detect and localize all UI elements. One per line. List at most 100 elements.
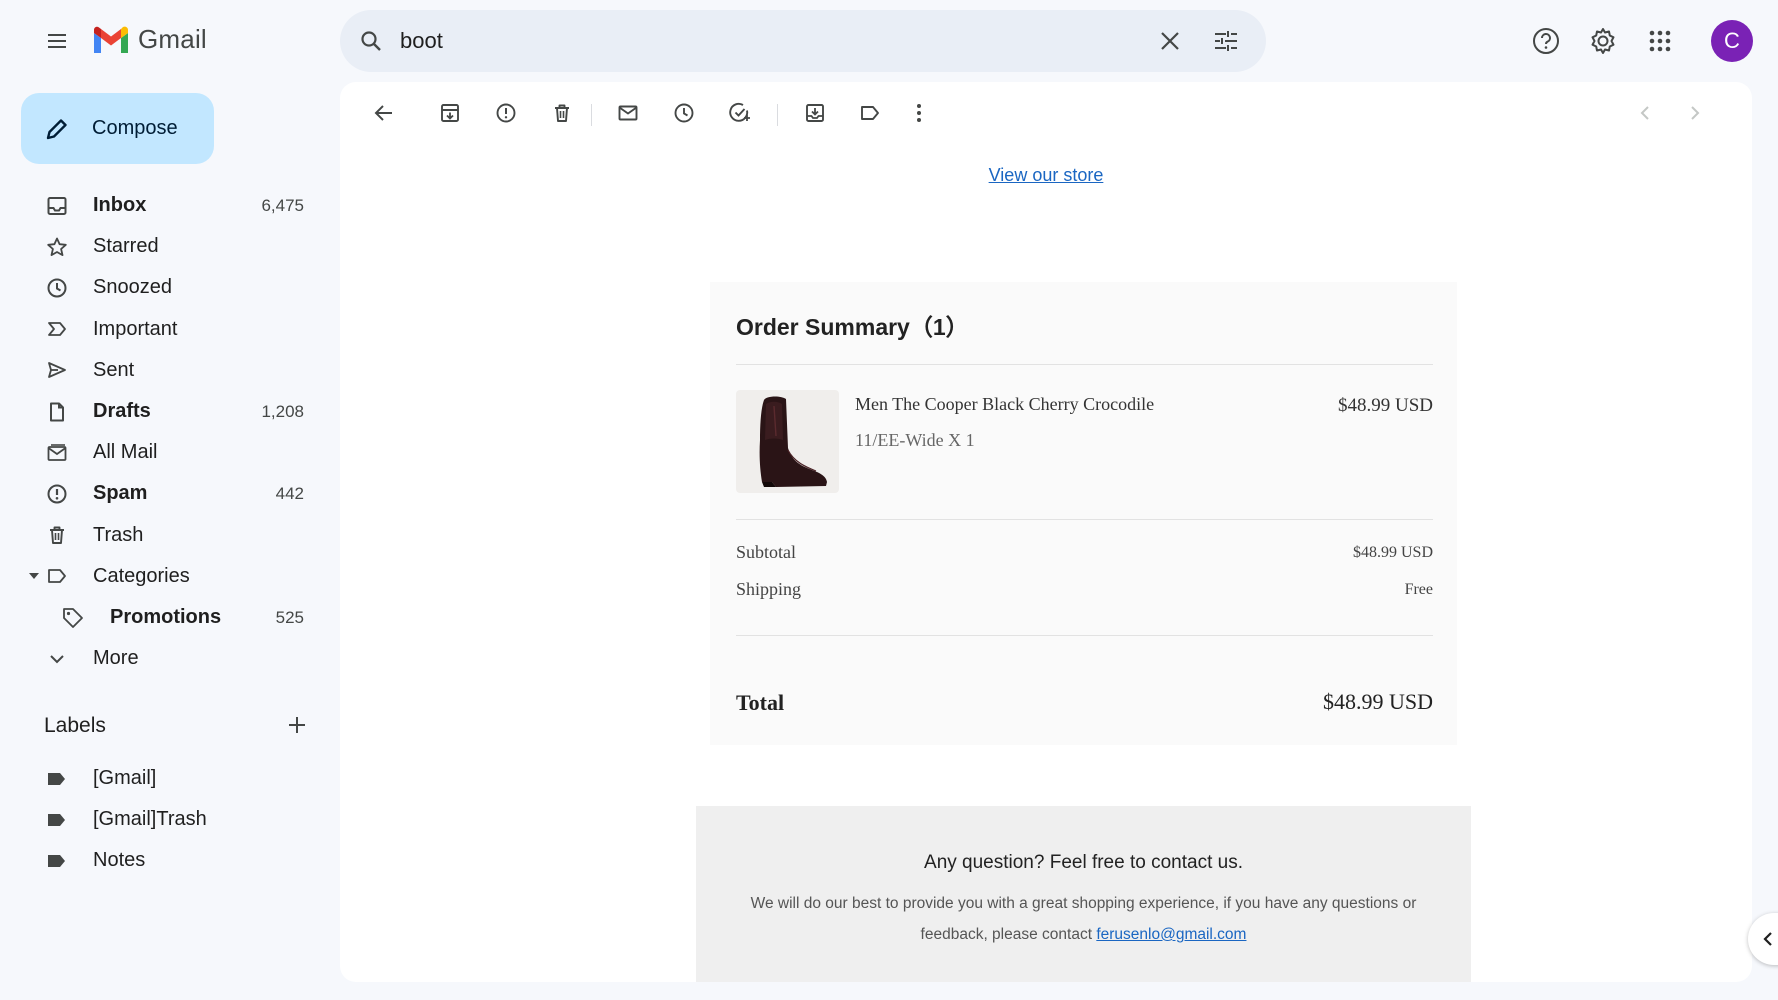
toolbar-divider [777, 104, 778, 126]
important-icon [44, 316, 70, 342]
pencil-icon [42, 114, 72, 144]
sidebar-item-label: Categories [93, 564, 190, 587]
snooze-button[interactable] [665, 94, 703, 132]
product-name: Men The Cooper Black Cherry Crocodile [855, 394, 1155, 414]
compose-button[interactable]: Compose [21, 93, 214, 164]
label-icon [44, 563, 70, 589]
apps-button[interactable] [1640, 21, 1680, 61]
archive-icon [441, 104, 459, 122]
sidebar-item-label: Drafts [93, 400, 151, 422]
search-icon[interactable] [356, 26, 386, 56]
add-label-button[interactable] [282, 710, 312, 740]
promotions-count: 525 [275, 607, 304, 627]
show-side-panel-button[interactable] [1748, 913, 1778, 965]
delete-button[interactable] [543, 94, 581, 132]
label-item-notes[interactable]: Notes [0, 840, 320, 881]
sidebar-item-label: Trash [93, 523, 144, 546]
total-label: Total [736, 690, 785, 715]
move-to-button[interactable] [796, 94, 834, 132]
sidebar-item-label: Important [93, 317, 178, 340]
spam-icon [44, 481, 70, 507]
search-options-button[interactable] [1206, 21, 1246, 61]
label-item-gmail[interactable]: [Gmail] [0, 758, 320, 799]
inbox-icon [44, 193, 70, 219]
labels-heading: Labels [44, 714, 106, 737]
gmail-m-icon [94, 26, 128, 53]
mark-unread-button[interactable] [609, 94, 647, 132]
close-icon [1161, 32, 1179, 50]
divider [736, 519, 1433, 520]
contact-body: We will do our best to provide you with … [734, 888, 1434, 950]
message-toolbar [340, 82, 1752, 144]
spam-count: 442 [275, 483, 304, 503]
sidebar-item-label: Snoozed [93, 276, 172, 299]
message-view: View our store Order Summary（1） Men The … [340, 82, 1752, 982]
send-icon [44, 357, 70, 383]
store-link-row: View our store [340, 165, 1752, 186]
chevron-down-icon [44, 646, 70, 672]
chevron-right-icon [1691, 106, 1700, 120]
sidebar-item-label: Promotions [110, 606, 222, 628]
toolbar-divider [591, 104, 592, 126]
newer-button[interactable] [1626, 94, 1664, 132]
plus-icon [289, 717, 305, 733]
search-input[interactable]: boot [400, 28, 1150, 54]
contact-text: We will do our best to provide you with … [750, 895, 1417, 943]
labels-button[interactable] [851, 94, 889, 132]
add-task-icon [729, 102, 750, 122]
main-menu-button[interactable] [41, 25, 73, 57]
trash-icon [555, 104, 569, 122]
app-name: Gmail [138, 24, 207, 54]
subtotal-label: Subtotal [736, 542, 797, 562]
contact-email-link[interactable]: ferusenlo@gmail.com [1096, 926, 1246, 943]
search-bar[interactable]: boot [340, 10, 1266, 72]
spam-icon [496, 103, 516, 123]
star-icon [44, 234, 70, 260]
shipping-label: Shipping [736, 579, 802, 599]
sidebar-item-inbox[interactable]: Inbox 6,475 [0, 185, 320, 226]
sidebar-item-snoozed[interactable]: Snoozed [0, 267, 320, 308]
sidebar-item-more[interactable]: More [0, 638, 320, 679]
sidebar-item-label: More [93, 647, 139, 670]
chevron-left-icon [1763, 932, 1772, 946]
settings-button[interactable] [1583, 21, 1623, 61]
caret-down-icon[interactable] [28, 570, 40, 582]
label-name: [Gmail] [93, 767, 157, 789]
label-filled-icon [44, 766, 70, 792]
more-options-button[interactable] [900, 94, 938, 132]
sidebar-item-label: Starred [93, 235, 159, 258]
sidebar-item-sent[interactable]: Sent [0, 350, 320, 391]
draft-count: 1,208 [261, 401, 304, 421]
gear-icon [1591, 28, 1615, 54]
sidebar-item-spam[interactable]: Spam 442 [0, 473, 320, 514]
tune-icon [1215, 31, 1237, 51]
report-spam-button[interactable] [487, 94, 525, 132]
sidebar-item-categories[interactable]: Categories [0, 556, 320, 597]
shipping-value: Free [1404, 581, 1433, 598]
older-button[interactable] [1676, 94, 1714, 132]
sidebar-item-starred[interactable]: Starred [0, 226, 320, 267]
view-store-link[interactable]: View our store [989, 165, 1104, 185]
sidebar-item-promotions[interactable]: Promotions 525 [0, 597, 320, 638]
archive-button[interactable] [431, 94, 469, 132]
order-summary-card: Order Summary（1） Men The Cooper Black Ch… [710, 282, 1457, 745]
help-button[interactable] [1526, 21, 1566, 61]
sidebar-item-all-mail[interactable]: All Mail [0, 432, 320, 473]
apps-grid-icon [1649, 30, 1671, 52]
sidebar-item-important[interactable]: Important [0, 309, 320, 350]
label-item-gmail-trash[interactable]: [Gmail]Trash [0, 799, 320, 840]
order-summary-title: Order Summary（1） [736, 314, 969, 340]
move-to-inbox-icon [806, 104, 824, 122]
back-button[interactable] [365, 94, 403, 132]
mail-icon [618, 105, 638, 121]
unread-count: 6,475 [261, 195, 304, 215]
account-avatar[interactable]: C [1711, 20, 1753, 62]
clear-search-button[interactable] [1150, 21, 1190, 61]
all-mail-icon [44, 440, 70, 466]
gmail-logo[interactable]: Gmail [92, 24, 207, 55]
sidebar-item-trash[interactable]: Trash [0, 515, 320, 556]
sidebar-item-label: Sent [93, 358, 135, 381]
sidebar-item-drafts[interactable]: Drafts 1,208 [0, 391, 320, 432]
add-to-tasks-button[interactable] [721, 94, 759, 132]
help-icon [1533, 28, 1559, 54]
